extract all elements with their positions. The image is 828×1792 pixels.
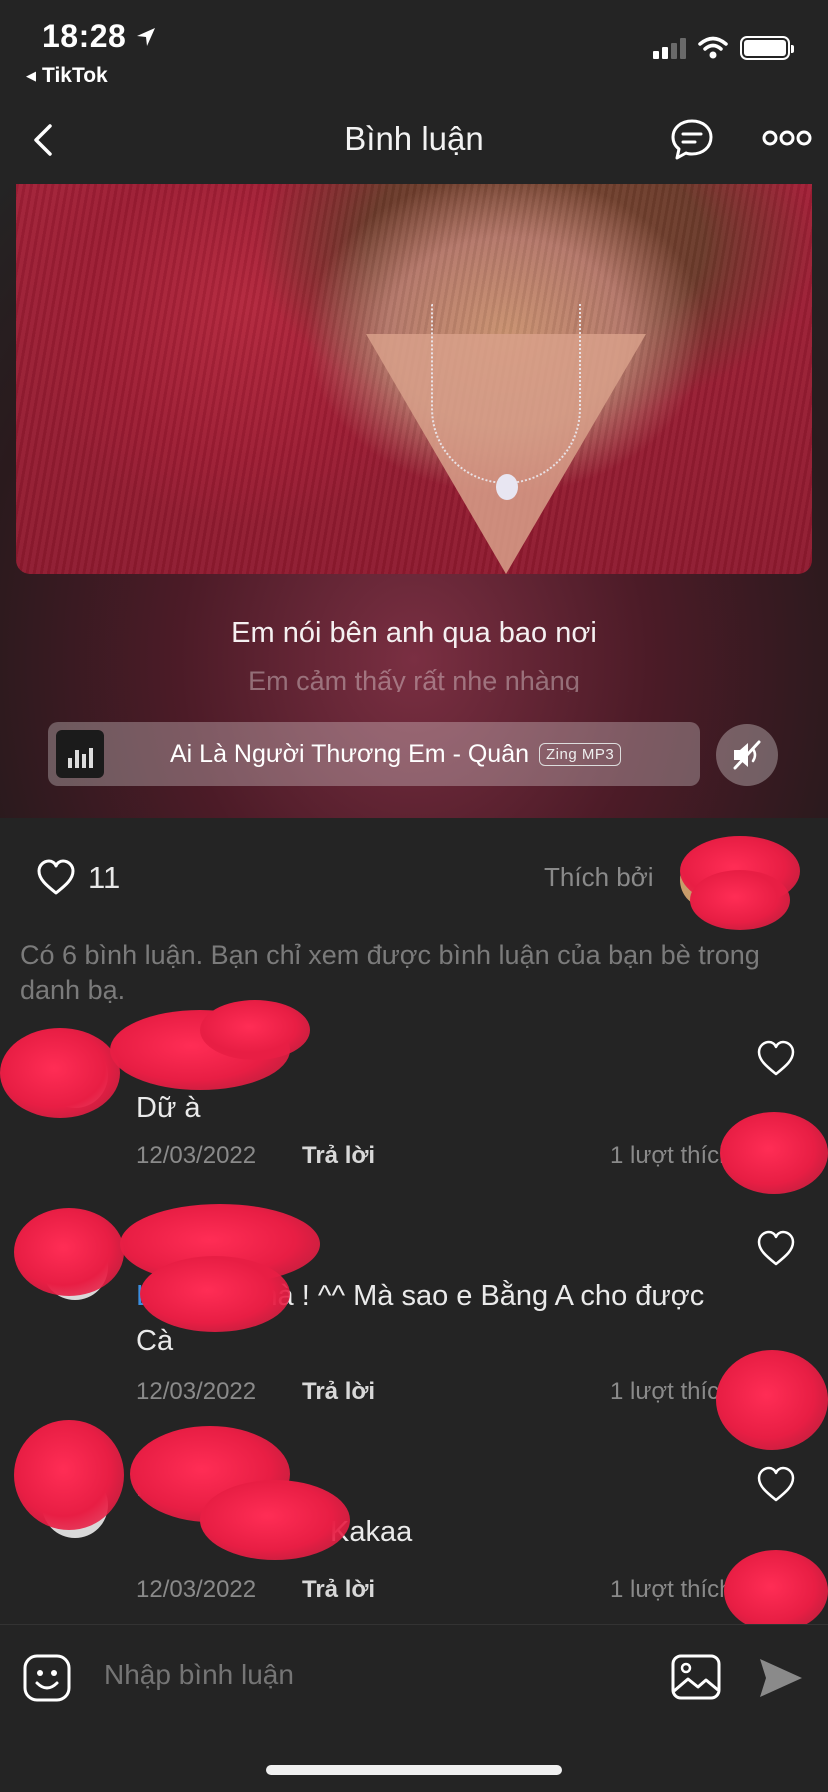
- album-art-icon: [56, 730, 104, 778]
- comment-input[interactable]: [104, 1659, 644, 1691]
- comment-like-count[interactable]: 1 lượt thích: [610, 1576, 733, 1604]
- redaction-mark: [690, 870, 790, 930]
- comments-info: Có 6 bình luận. Bạn chỉ xem được bình lu…: [20, 940, 760, 1005]
- comment-heart-icon[interactable]: [756, 1466, 796, 1504]
- back-to-app-link[interactable]: ◀ TikTok: [26, 64, 108, 88]
- post-photo[interactable]: [16, 184, 812, 574]
- location-arrow-icon: [137, 27, 156, 46]
- reply-button[interactable]: Trả lời: [302, 1378, 375, 1406]
- redaction-mark: [14, 1208, 124, 1296]
- home-indicator: [266, 1765, 562, 1775]
- battery-icon: [740, 36, 794, 60]
- comment-like-count[interactable]: 1 lượt thích: [610, 1378, 733, 1406]
- lyric-current: Em nói bên anh qua bao nơi: [231, 617, 597, 649]
- comment-date: 12/03/2022: [136, 1142, 257, 1169]
- lyric-next: Em cảm thấy rất nhẹ nhàng: [248, 666, 580, 692]
- status-bar: 18:28 ◀ TikTok: [0, 0, 828, 96]
- comment-text: Dữ à: [136, 1092, 201, 1124]
- redaction-mark: [0, 1028, 120, 1118]
- wifi-icon: [698, 36, 728, 59]
- comment-text: Kakaa: [330, 1510, 828, 1555]
- comment-date: 12/03/2022: [136, 1576, 257, 1603]
- redaction-mark: [200, 1000, 310, 1060]
- redaction-mark: [140, 1256, 290, 1332]
- comment-input-bar: [0, 1624, 828, 1732]
- back-triangle-icon: ◀: [26, 68, 36, 83]
- more-options-icon[interactable]: [762, 126, 812, 150]
- reply-button[interactable]: Trả lời: [302, 1576, 375, 1604]
- liked-by-label[interactable]: Thích bởi: [544, 862, 654, 893]
- image-picker-icon[interactable]: [670, 1653, 722, 1701]
- redaction-mark: [720, 1112, 828, 1194]
- music-bar[interactable]: Ai Là Người Thương Em - Quân Zing MP3: [48, 722, 700, 786]
- reply-button[interactable]: Trả lời: [302, 1142, 375, 1170]
- comment-heart-icon[interactable]: [756, 1230, 796, 1268]
- nav-bar: Bình luận: [0, 96, 828, 184]
- media-post: Em nói bên anh qua bao nơi Em cảm thấy r…: [0, 184, 828, 818]
- comment-heart-icon[interactable]: [756, 1040, 796, 1078]
- emoji-icon[interactable]: [22, 1653, 72, 1703]
- comment-like-count[interactable]: 1 lượt thích: [610, 1142, 733, 1170]
- source-badge: Zing MP3: [539, 742, 622, 766]
- song-title: Ai Là Người Thương Em - Quân: [170, 739, 529, 768]
- comment-date: 12/03/2022: [136, 1378, 257, 1405]
- time-text: 18:28: [42, 18, 127, 54]
- speaker-muted-icon: [733, 740, 761, 770]
- like-heart-icon[interactable]: [36, 858, 76, 898]
- redaction-mark: [200, 1480, 350, 1560]
- chat-bubble-icon[interactable]: [668, 116, 716, 164]
- system-icons: [653, 36, 794, 60]
- mute-button[interactable]: [716, 724, 778, 786]
- cellular-signal-icon: [653, 37, 686, 59]
- redaction-mark: [724, 1550, 828, 1632]
- redaction-mark: [14, 1420, 124, 1530]
- like-count: 11: [88, 860, 121, 895]
- send-icon[interactable]: [756, 1655, 806, 1701]
- status-time: 18:28: [42, 18, 158, 55]
- redaction-mark: [716, 1350, 828, 1450]
- back-app-label: TikTok: [42, 64, 108, 87]
